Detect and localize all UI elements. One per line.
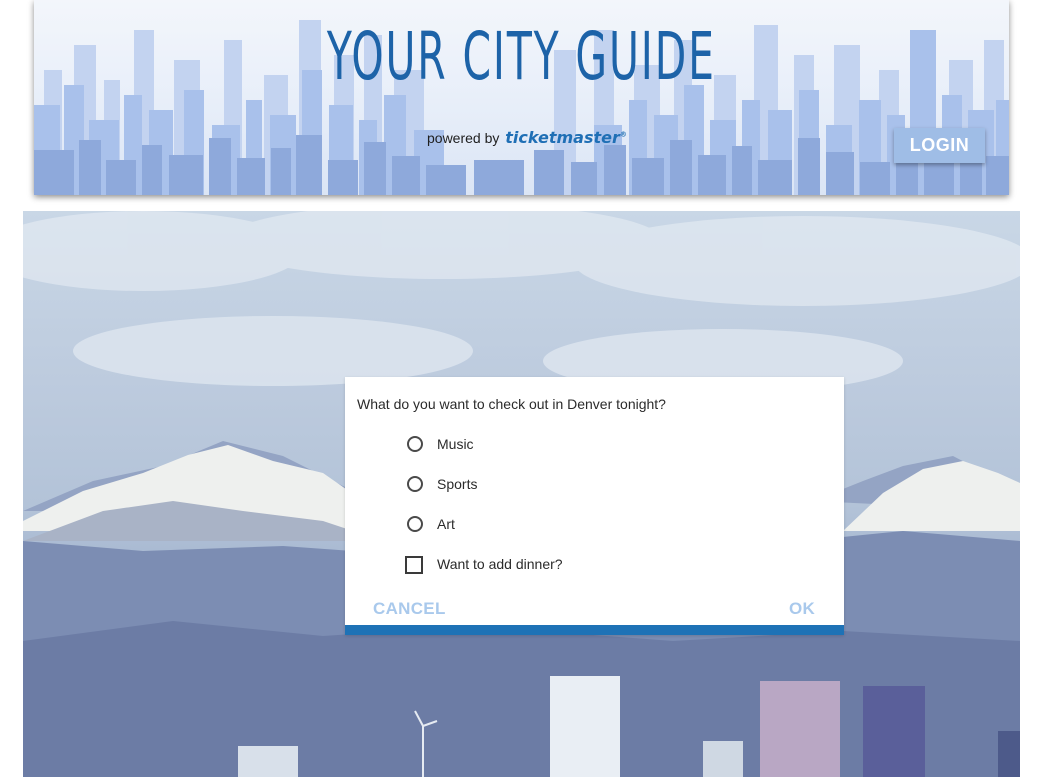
radio-art[interactable] — [407, 516, 423, 532]
option-sports-label: Sports — [437, 476, 478, 492]
powered-by: powered by ticketmaster® — [427, 128, 627, 147]
dinner-label: Want to add dinner? — [437, 556, 563, 572]
dinner-checkbox[interactable] — [405, 556, 423, 574]
option-music-label: Music — [437, 436, 474, 452]
option-art-label: Art — [437, 516, 455, 532]
option-dinner[interactable]: Want to add dinner? — [405, 552, 705, 576]
site-header: YOUR CITY GUIDE powered by ticketmaster®… — [34, 0, 1009, 195]
login-button[interactable]: LOGIN — [894, 128, 985, 163]
ok-button[interactable]: OK — [789, 599, 815, 619]
cancel-button[interactable]: CANCEL — [373, 599, 446, 619]
dialog-accent-bar — [345, 625, 844, 635]
powered-by-text: powered by — [427, 130, 500, 146]
event-type-dialog: What do you want to check out in Denver … — [345, 377, 844, 635]
radio-sports[interactable] — [407, 476, 423, 492]
option-sports[interactable]: Sports — [405, 472, 705, 496]
ticketmaster-logo[interactable]: ticketmaster® — [505, 128, 627, 147]
registered-mark: ® — [619, 130, 627, 139]
option-art[interactable]: Art — [405, 512, 705, 536]
site-title: YOUR CITY GUIDE — [326, 18, 716, 95]
dialog-question: What do you want to check out in Denver … — [357, 396, 666, 412]
ticketmaster-wordmark: ticketmaster — [505, 128, 620, 147]
option-music[interactable]: Music — [405, 432, 705, 456]
radio-music[interactable] — [407, 436, 423, 452]
